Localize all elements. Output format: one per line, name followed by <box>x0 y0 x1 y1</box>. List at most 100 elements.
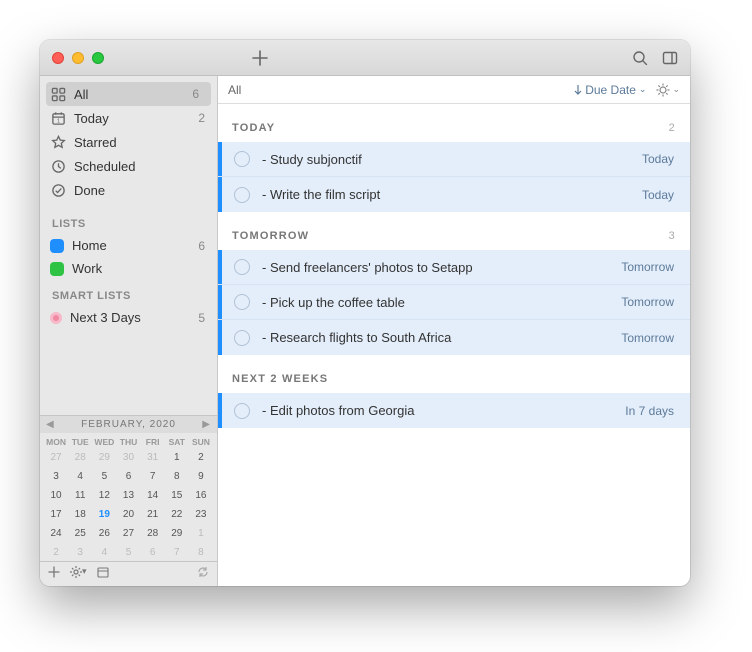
calendar-day[interactable]: 28 <box>141 525 165 542</box>
calendar-day[interactable]: 10 <box>44 487 68 504</box>
calendar-day[interactable]: 29 <box>165 525 189 542</box>
sidebar-smart-folders: All61Today2StarredScheduledDone <box>40 76 217 208</box>
task-checkbox[interactable] <box>234 294 250 310</box>
sidebar-item-all[interactable]: All6 <box>46 82 211 106</box>
sync-button[interactable] <box>197 566 209 578</box>
titlebar <box>40 40 690 76</box>
calendar-day[interactable]: 3 <box>68 544 92 561</box>
task-color-stripe <box>218 142 222 176</box>
sidebar-list-work[interactable]: Work <box>40 257 217 280</box>
calendar-dow-header: SUN <box>189 437 213 447</box>
calendar-day[interactable]: 31 <box>141 449 165 466</box>
task-text: - Research flights to South Africa <box>262 330 621 345</box>
calendar-day[interactable]: 25 <box>68 525 92 542</box>
toggle-sidepanel-button[interactable] <box>662 50 678 66</box>
calendar-day[interactable]: 20 <box>116 506 140 523</box>
sidebar-item-count: 6 <box>198 239 205 253</box>
task-checkbox[interactable] <box>234 403 250 419</box>
sidebar-lists: Home6Work <box>40 234 217 280</box>
calendar-day[interactable]: 15 <box>165 487 189 504</box>
calendar-grid: MONTUEWEDTHUFRISATSUN2728293031123456789… <box>40 433 217 561</box>
list-color-icon <box>50 262 64 276</box>
task-row[interactable]: - Pick up the coffee tableTomorrow <box>218 285 690 320</box>
calendar-day[interactable]: 12 <box>92 487 116 504</box>
app-window: All61Today2StarredScheduledDone LISTS Ho… <box>40 40 690 586</box>
calendar-next-button[interactable]: ▶ <box>202 419 211 430</box>
check-icon <box>50 182 66 198</box>
calendar-day[interactable]: 30 <box>116 449 140 466</box>
sidebar-smartlist-next-3-days[interactable]: Next 3 Days5 <box>40 306 217 329</box>
minimize-window-button[interactable] <box>72 52 84 64</box>
calendar-day[interactable]: 9 <box>189 468 213 485</box>
calendar-day[interactable]: 27 <box>116 525 140 542</box>
sidebar-list-home[interactable]: Home6 <box>40 234 217 257</box>
task-row[interactable]: - Research flights to South AfricaTomorr… <box>218 320 690 355</box>
calendar-day[interactable]: 16 <box>189 487 213 504</box>
settings-button[interactable]: ▾ <box>70 566 87 578</box>
grid-icon <box>50 86 66 102</box>
zoom-window-button[interactable] <box>92 52 104 64</box>
calendar-day[interactable]: 8 <box>165 468 189 485</box>
calendar-day[interactable]: 22 <box>165 506 189 523</box>
close-window-button[interactable] <box>52 52 64 64</box>
task-checkbox[interactable] <box>234 151 250 167</box>
calendar-day[interactable]: 6 <box>141 544 165 561</box>
sidebar-item-label: Home <box>72 238 198 253</box>
sidebar-item-label: Scheduled <box>74 159 205 174</box>
window-controls <box>52 52 104 64</box>
task-checkbox[interactable] <box>234 330 250 346</box>
calendar-icon: 1 <box>50 110 66 126</box>
calendar-day[interactable]: 5 <box>116 544 140 561</box>
task-row[interactable]: - Edit photos from GeorgiaIn 7 days <box>218 393 690 428</box>
calendar-day[interactable]: 18 <box>68 506 92 523</box>
calendar-day[interactable]: 24 <box>44 525 68 542</box>
section-header: TODAY2 <box>218 104 690 142</box>
calendar-day[interactable]: 14 <box>141 487 165 504</box>
add-task-button[interactable] <box>252 50 268 66</box>
calendar-day[interactable]: 26 <box>92 525 116 542</box>
sidebar-item-starred[interactable]: Starred <box>40 130 217 154</box>
calendar-day[interactable]: 6 <box>116 468 140 485</box>
calendar-day[interactable]: 2 <box>189 449 213 466</box>
calendar-day[interactable]: 7 <box>165 544 189 561</box>
calendar-day[interactable]: 21 <box>141 506 165 523</box>
sidebar-item-done[interactable]: Done <box>40 178 217 202</box>
sidebar-item-today[interactable]: 1Today2 <box>40 106 217 130</box>
calendar-day[interactable]: 29 <box>92 449 116 466</box>
view-options-button[interactable]: ⌄ <box>656 83 680 97</box>
calendar-day[interactable]: 5 <box>92 468 116 485</box>
sidebar-item-label: Today <box>74 111 198 126</box>
calendar-day[interactable]: 7 <box>141 468 165 485</box>
task-row[interactable]: - Study subjonctifToday <box>218 142 690 177</box>
task-row[interactable]: - Send freelancers' photos to SetappTomo… <box>218 250 690 285</box>
task-due-label: Tomorrow <box>621 295 690 309</box>
calendar-dow-header: TUE <box>68 437 92 447</box>
calendar-day[interactable]: 28 <box>68 449 92 466</box>
calendar-day[interactable]: 11 <box>68 487 92 504</box>
calendar-day[interactable]: 1 <box>189 525 213 542</box>
calendar-day[interactable]: 8 <box>189 544 213 561</box>
add-list-button[interactable] <box>48 566 60 578</box>
calendar-toggle-button[interactable] <box>97 566 109 578</box>
task-checkbox[interactable] <box>234 187 250 203</box>
calendar-day[interactable]: 4 <box>68 468 92 485</box>
calendar-day[interactable]: 17 <box>44 506 68 523</box>
calendar-day[interactable]: 3 <box>44 468 68 485</box>
calendar-day[interactable]: 2 <box>44 544 68 561</box>
task-text: - Send freelancers' photos to Setapp <box>262 260 621 275</box>
calendar-day[interactable]: 27 <box>44 449 68 466</box>
calendar-prev-button[interactable]: ◀ <box>46 419 55 430</box>
calendar-day[interactable]: 1 <box>165 449 189 466</box>
sort-button[interactable]: Due Date ⌄ <box>574 83 646 97</box>
sort-label: Due Date <box>585 83 636 97</box>
calendar-day[interactable]: 23 <box>189 506 213 523</box>
task-sections: TODAY2- Study subjonctifToday- Write the… <box>218 104 690 428</box>
search-button[interactable] <box>632 50 648 66</box>
task-checkbox[interactable] <box>234 259 250 275</box>
calendar-day[interactable]: 13 <box>116 487 140 504</box>
task-row[interactable]: - Write the film scriptToday <box>218 177 690 212</box>
calendar-day[interactable]: 4 <box>92 544 116 561</box>
calendar-day[interactable]: 19 <box>92 506 116 523</box>
task-due-label: Today <box>642 152 690 166</box>
sidebar-item-scheduled[interactable]: Scheduled <box>40 154 217 178</box>
